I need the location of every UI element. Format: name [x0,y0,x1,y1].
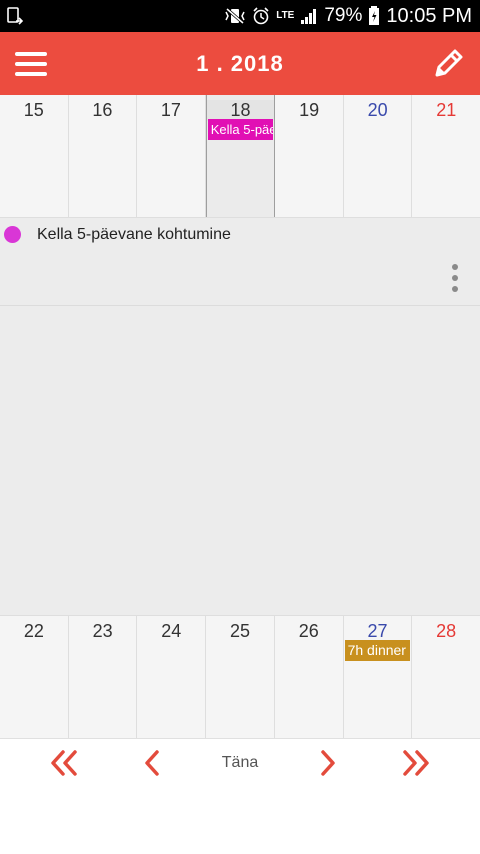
battery-percent: 79% [324,5,363,26]
event-title: Kella 5-päevane kohtumine [37,225,231,243]
day-number: 15 [23,100,44,120]
day-number: 25 [230,621,251,641]
day-number: 19 [299,100,320,120]
bottom-blank-area [0,787,480,854]
day-number: 18 [206,100,275,121]
day-cell[interactable]: 24 [137,616,207,738]
week-row-1: 15 16 17 18 Kella 5-päev... 19 20 21 [0,95,480,218]
day-number: 28 [436,621,457,641]
day-cell[interactable]: 26 [275,616,344,738]
empty-area [0,306,480,615]
navigation-bar: Täna [0,738,480,788]
day-cell-sunday[interactable]: 28 [412,616,480,738]
chevron-left-icon[interactable] [134,746,170,780]
lte-label: LTE [276,10,295,21]
event-list: Kella 5-päevane kohtumine [0,218,480,306]
status-bar: LTE 79% 10:05 PM [0,0,480,32]
app-bar: 1 . 2018 [0,32,480,95]
day-number: 21 [436,100,457,120]
pencil-icon[interactable] [432,46,466,80]
day-number: 22 [23,621,44,641]
double-chevron-right-icon[interactable] [398,746,434,780]
day-cell-today[interactable]: 18 Kella 5-päev... [205,95,276,217]
day-cell[interactable]: 23 [69,616,138,738]
alarm-icon [253,7,269,25]
day-cell[interactable]: 16 [69,95,138,217]
clock: 10:05 PM [386,4,472,27]
today-button[interactable]: Täna [200,739,280,787]
vibrate-icon [225,7,245,25]
battery-icon [369,6,380,25]
status-left [6,7,24,25]
day-cell[interactable]: 22 [0,616,69,738]
month-title[interactable]: 1 . 2018 [196,51,284,77]
event-chip[interactable]: 7h dinner [344,640,411,661]
day-number: 20 [367,100,388,120]
day-cell[interactable]: 25 [206,616,275,738]
more-vertical-icon[interactable] [448,264,462,294]
day-cell-sunday[interactable]: 21 [412,95,480,217]
day-cell-saturday[interactable]: 27 7h dinner [344,616,413,738]
day-cell[interactable]: 17 [137,95,206,217]
day-number: 27 [367,621,388,641]
day-number: 17 [160,100,181,120]
menu-icon[interactable] [15,52,47,76]
day-cell[interactable]: 15 [0,95,69,217]
double-chevron-left-icon[interactable] [46,746,82,780]
day-number: 23 [92,621,113,641]
week-row-2: 22 23 24 25 26 27 7h dinner 28 [0,615,480,739]
event-color-dot [4,226,21,243]
day-number: 26 [298,621,319,641]
day-number: 24 [161,621,182,641]
event-list-item[interactable]: Kella 5-päevane kohtumine [0,218,480,251]
chevron-right-icon[interactable] [310,746,346,780]
screenshot-icon [7,7,24,25]
signal-icon [301,9,317,24]
status-right: LTE 79% 10:05 PM [224,5,472,28]
day-cell-saturday[interactable]: 20 [344,95,413,217]
day-number: 16 [92,100,113,120]
event-chip[interactable]: Kella 5-päev... [207,119,274,140]
day-cell[interactable]: 19 [275,95,344,217]
